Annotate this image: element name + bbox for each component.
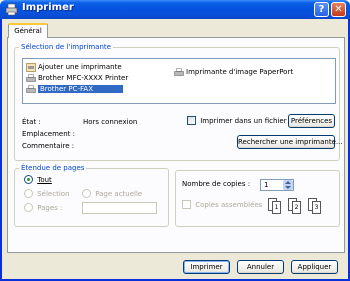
range-all-option[interactable]: Tout <box>24 175 52 184</box>
printer-selection-legend: Sélection de l'imprimante <box>21 43 111 51</box>
copies-count-label: Nombre de copies : <box>182 180 251 188</box>
range-all-label: Tout <box>37 175 52 184</box>
close-button[interactable]: ✕ <box>331 2 346 17</box>
collate-option[interactable]: Copies assemblées <box>182 200 262 209</box>
status-label: État : <box>22 118 41 126</box>
printer-selection-group: Sélection de l'imprimante Ajouter une im… <box>14 43 343 161</box>
spinner-arrows-icon <box>285 181 291 189</box>
apply-button[interactable]: Appliquer <box>291 260 338 274</box>
range-all-radio[interactable] <box>24 175 33 184</box>
range-current-page-option[interactable]: Page actuelle <box>82 189 142 198</box>
printer-item-brother-pcfax[interactable]: Brother PC-FAX <box>26 84 124 94</box>
range-pages-option[interactable]: Pages : <box>24 203 62 212</box>
range-selection-label: Sélection <box>37 189 70 198</box>
collate-pages-icon: 1 2 3 <box>268 194 338 218</box>
copies-spinner[interactable] <box>283 180 293 190</box>
copies-group: Nombre de copies : 1 Copies assemblées 1… <box>175 170 340 227</box>
print-to-file-checkbox[interactable]: Imprimer dans un fichier <box>187 116 287 125</box>
fax-printer-icon <box>26 84 36 93</box>
collate-checkbox[interactable] <box>182 200 191 209</box>
collate-label: Copies assemblées <box>195 200 263 209</box>
find-printer-button[interactable]: Rechercher une imprimante... <box>237 135 343 149</box>
page-range-legend: Étendue de pages <box>21 164 85 172</box>
comment-label: Commentaire : <box>22 142 75 150</box>
printer-list[interactable]: Ajouter une imprimante Brother MFC-XXXX … <box>22 58 336 104</box>
range-current-page-label: Page actuelle <box>95 189 143 198</box>
printer-icon <box>174 67 184 76</box>
print-button[interactable]: Imprimer <box>183 260 230 274</box>
preferences-button[interactable]: Préférences <box>288 114 335 128</box>
print-to-file-check[interactable] <box>187 116 196 125</box>
printer-icon <box>26 73 36 82</box>
printer-item-brother-mfc[interactable]: Brother MFC-XXXX Printer <box>26 73 128 83</box>
print-dialog: Imprimer ? ✕ Général Sélection de l'impr… <box>0 0 350 281</box>
add-printer-icon <box>26 62 36 72</box>
pages-input[interactable] <box>82 202 157 214</box>
collate-page-1a: 1 <box>272 201 281 214</box>
page-range-group: Étendue de pages Tout Sélection Page act… <box>14 164 169 227</box>
status-value: Hors connexion <box>83 118 138 126</box>
tab-general[interactable]: Général <box>8 23 48 38</box>
printer-icon <box>5 3 18 16</box>
range-selection-radio[interactable] <box>24 189 33 198</box>
collate-page-2a: 2 <box>292 201 301 214</box>
help-button[interactable]: ? <box>314 2 329 17</box>
printer-item-add[interactable]: Ajouter une imprimante <box>26 62 122 72</box>
tab-panel-general: Sélection de l'imprimante Ajouter une im… <box>7 37 345 253</box>
range-pages-radio[interactable] <box>24 203 33 212</box>
range-selection-option[interactable]: Sélection <box>24 189 70 198</box>
window-title: Imprimer <box>22 2 74 13</box>
location-label: Emplacement : <box>22 130 75 138</box>
print-to-file-label: Imprimer dans un fichier <box>200 116 287 125</box>
cancel-button[interactable]: Annuler <box>237 260 284 274</box>
range-current-page-radio[interactable] <box>82 189 91 198</box>
collate-page-3a: 3 <box>312 201 321 214</box>
printer-item-paperport[interactable]: Imprimante d'image PaperPort <box>174 67 293 77</box>
title-bar[interactable]: Imprimer ? ✕ <box>0 0 350 19</box>
range-pages-label: Pages : <box>37 203 63 212</box>
